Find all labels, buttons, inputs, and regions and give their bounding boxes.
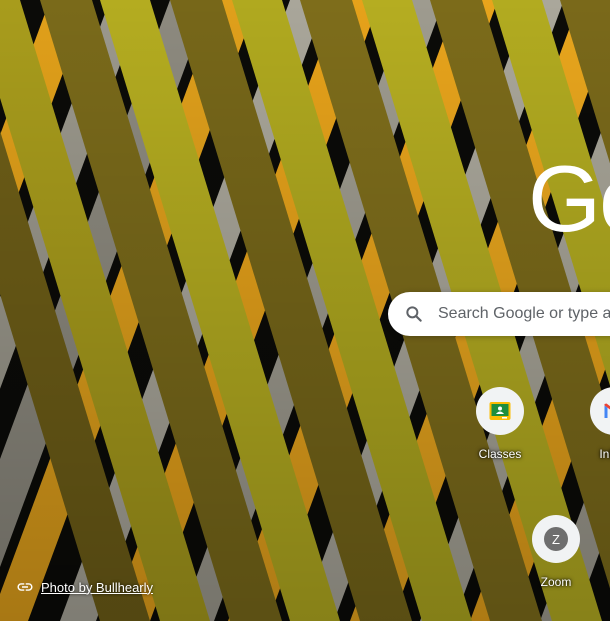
search-input[interactable] <box>438 305 610 323</box>
shortcut-zoom-label: Zoom <box>540 575 572 589</box>
letter-z-icon: Z <box>544 527 568 551</box>
shortcut-classes-label: Classes <box>478 447 522 461</box>
shortcut-classes[interactable]: Classes <box>452 387 548 483</box>
photo-attribution: Photo by Bullhearly <box>16 578 153 596</box>
shortcut-inbox[interactable]: Inbox <box>566 387 610 483</box>
shortcut-classes-favicon <box>476 387 524 435</box>
shortcut-inbox-favicon <box>590 387 610 435</box>
google-logo: Go <box>528 146 610 251</box>
search-box[interactable] <box>388 292 610 336</box>
new-tab-page: Go Classes Inbox <box>0 0 610 621</box>
google-classroom-icon <box>489 402 511 420</box>
shortcut-zoom[interactable]: Z Zoom <box>508 515 604 611</box>
shortcut-zoom-favicon: Z <box>532 515 580 563</box>
gmail-icon <box>604 403 610 418</box>
link-icon <box>17 583 33 591</box>
shortcut-inbox-label: Inbox <box>599 447 610 461</box>
search-icon <box>406 306 422 322</box>
photo-credit-link[interactable]: Photo by Bullhearly <box>41 580 153 595</box>
